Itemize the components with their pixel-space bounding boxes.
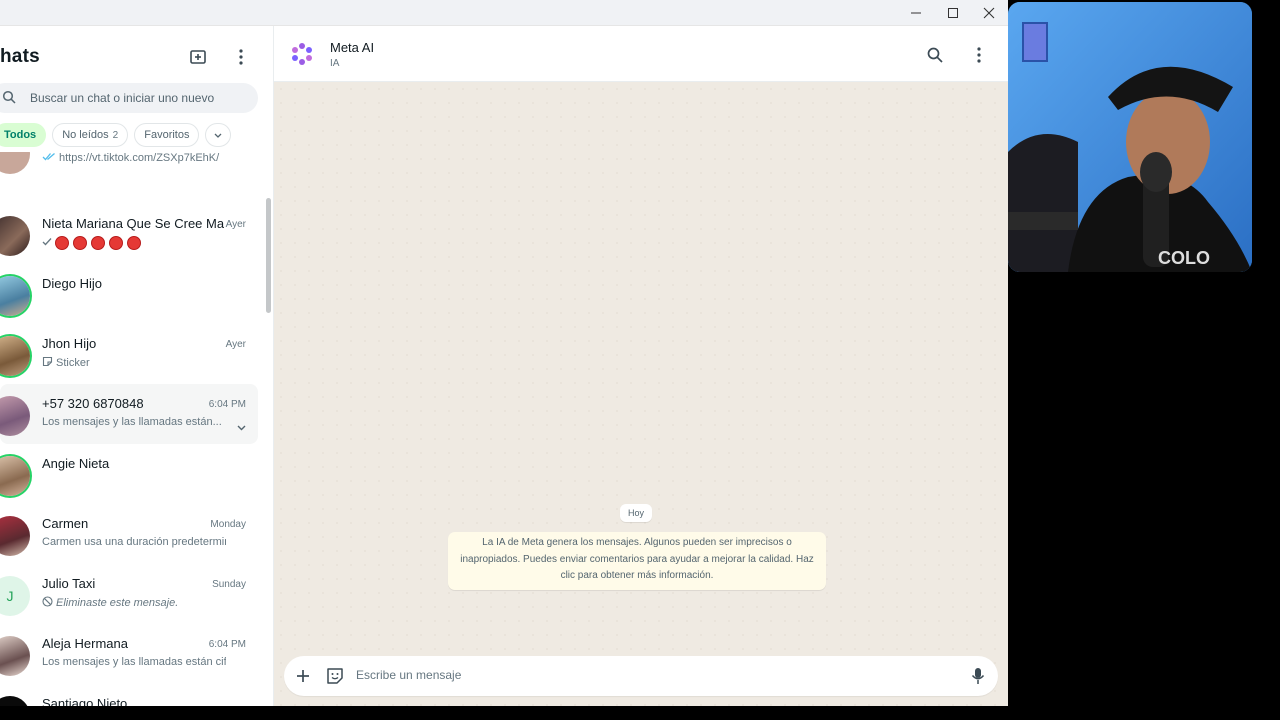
- search-input[interactable]: Buscar un chat o iniciar uno nuevo: [0, 83, 258, 113]
- avatar: [0, 456, 30, 496]
- chat-row-name: Nieta Mariana Que Se Cree Ma...: [42, 216, 224, 231]
- avatar: [0, 152, 30, 174]
- chat-row-time: 6:04 PM: [208, 639, 246, 650]
- new-chat-icon[interactable]: [187, 46, 209, 68]
- chat-row-name: +57 320 6870848: [42, 396, 144, 411]
- chat-row-name: Santiago Nieto: [42, 696, 128, 706]
- avatar: [0, 276, 30, 316]
- chat-row[interactable]: +57 320 6870848 6:04 PM Los mensajes y l…: [0, 384, 258, 444]
- angry-emoji-icon: [127, 236, 141, 250]
- message-composer[interactable]: Escribe un mensaje: [284, 656, 998, 696]
- menu-dots-icon[interactable]: [968, 44, 990, 66]
- chat-row-time: 6:04 PM: [208, 399, 246, 410]
- double-check-icon: [42, 152, 56, 164]
- sidebar-title: hats: [0, 46, 40, 67]
- chevron-down-icon[interactable]: [237, 418, 246, 436]
- filter-no-leidos-label: No leídos: [62, 129, 109, 141]
- chat-row[interactable]: https://vt.tiktok.com/ZSXp7kEhK/: [0, 152, 258, 182]
- chat-row-message: Carmen usa una duración predetermin...: [42, 536, 226, 548]
- avatar: [0, 216, 30, 256]
- conversation-subtitle: IA: [330, 58, 340, 69]
- conversation-header[interactable]: Meta AI IA: [274, 26, 1008, 82]
- chat-row-name: Angie Nieta: [42, 456, 110, 471]
- angry-emoji-icon: [55, 236, 69, 250]
- avatar: J: [0, 576, 30, 616]
- close-icon[interactable]: [971, 0, 1007, 26]
- chat-row[interactable]: Carmen Monday Carmen usa una duración pr…: [0, 504, 258, 564]
- chat-row-message: Los mensajes y las llamadas están...: [42, 416, 226, 428]
- chat-wallpaper: [274, 26, 1008, 706]
- svg-text:COLO: COLO: [1158, 248, 1210, 268]
- whatsapp-window: hats Buscar un chat o iniciar uno nuevo …: [0, 0, 1008, 706]
- chat-row[interactable]: J Julio Taxi Sunday Eliminaste este mens…: [0, 564, 258, 624]
- chat-row-time: Ayer: [225, 219, 246, 230]
- chat-row-message: Eliminaste este mensaje.: [42, 596, 226, 610]
- conversation-pane: Meta AI IA Hoy La IA de Meta genera los …: [274, 26, 1008, 706]
- chevron-down-icon: [214, 129, 222, 141]
- message-input[interactable]: Escribe un mensaje: [356, 668, 461, 682]
- filter-chips: Todos No leídos 2 Favoritos: [0, 123, 232, 147]
- screen: hats Buscar un chat o iniciar uno nuevo …: [0, 0, 1280, 720]
- filter-more-button[interactable]: [205, 123, 232, 147]
- chat-row-name: Jhon Hijo: [42, 336, 97, 351]
- filter-favoritos[interactable]: Favoritos: [134, 123, 200, 147]
- search-icon[interactable]: [924, 44, 946, 66]
- filter-todos[interactable]: Todos: [0, 123, 47, 147]
- search-placeholder: Buscar un chat o iniciar uno nuevo: [30, 91, 215, 105]
- meta-ai-notice[interactable]: La IA de Meta genera los mensajes. Algun…: [448, 532, 826, 590]
- chat-row-message-text: Eliminaste este mensaje.: [56, 597, 179, 609]
- chat-row-message: Los mensajes y las llamadas están cifr..…: [42, 656, 226, 668]
- chat-row-time: Monday: [210, 519, 246, 530]
- avatar: [0, 696, 30, 706]
- chat-row[interactable]: Angie Nieta: [0, 444, 258, 504]
- search-icon: [2, 90, 18, 106]
- sticker-icon: [42, 356, 53, 370]
- blocked-icon: [42, 596, 53, 610]
- chat-row-message: https://vt.tiktok.com/ZSXp7kEhK/: [42, 152, 226, 164]
- chat-row-message: Sticker: [42, 356, 226, 370]
- filter-no-leidos[interactable]: No leídos 2: [52, 123, 129, 147]
- chat-row[interactable]: Jhon Hijo Ayer Sticker: [0, 324, 258, 384]
- chat-row-message-text: Carmen usa una duración predetermin...: [42, 536, 226, 548]
- chat-row-message-text: Los mensajes y las llamadas están...: [42, 416, 222, 428]
- chat-row-time: Sunday: [212, 579, 246, 590]
- webcam-overlay: COLO: [1008, 2, 1252, 272]
- chat-list-sidebar: hats Buscar un chat o iniciar uno nuevo …: [0, 26, 274, 706]
- avatar: [0, 516, 30, 556]
- chat-list: https://vt.tiktok.com/ZSXp7kEhK/ Nieta M…: [0, 152, 264, 706]
- maximize-icon[interactable]: [935, 0, 971, 26]
- title-bar: [0, 0, 1008, 26]
- chat-row-message-text: https://vt.tiktok.com/ZSXp7kEhK/: [59, 152, 220, 164]
- chat-row-name: Julio Taxi: [42, 576, 96, 591]
- chat-row-name: Diego Hijo: [42, 276, 102, 291]
- avatar: [0, 636, 30, 676]
- chat-row-name: Aleja Hermana: [42, 636, 128, 651]
- chat-row-message-text: Los mensajes y las llamadas están cifr..…: [42, 656, 226, 668]
- chat-row-name: Carmen: [42, 516, 89, 531]
- chat-row-message: [42, 236, 226, 250]
- filter-no-leidos-count: 2: [112, 129, 119, 141]
- meta-ai-logo-icon: [288, 40, 316, 68]
- conversation-title: Meta AI: [330, 40, 375, 55]
- menu-dots-icon[interactable]: [230, 46, 252, 68]
- chat-row[interactable]: Diego Hijo: [0, 264, 258, 324]
- chat-row[interactable]: Nieta Mariana Que Se Cree Ma... Ayer: [0, 204, 258, 264]
- chat-row[interactable]: Santiago Nieto: [0, 684, 258, 706]
- microphone-icon[interactable]: [967, 665, 989, 687]
- avatar: [0, 336, 30, 376]
- avatar: [0, 396, 30, 436]
- chat-row-time: Ayer: [225, 339, 246, 350]
- date-divider: Hoy: [620, 504, 653, 522]
- minimize-icon[interactable]: [898, 0, 934, 26]
- chat-row-message-text: Sticker: [56, 357, 90, 369]
- plus-icon[interactable]: [292, 665, 314, 687]
- chat-list-scrollbar[interactable]: [266, 198, 271, 313]
- sticker-emoji-icon[interactable]: [324, 665, 346, 687]
- angry-emoji-icon: [73, 236, 87, 250]
- angry-emoji-icon: [109, 236, 123, 250]
- check-icon: [42, 237, 52, 249]
- angry-emoji-icon: [91, 236, 105, 250]
- chat-row[interactable]: Aleja Hermana 6:04 PM Los mensajes y las…: [0, 624, 258, 684]
